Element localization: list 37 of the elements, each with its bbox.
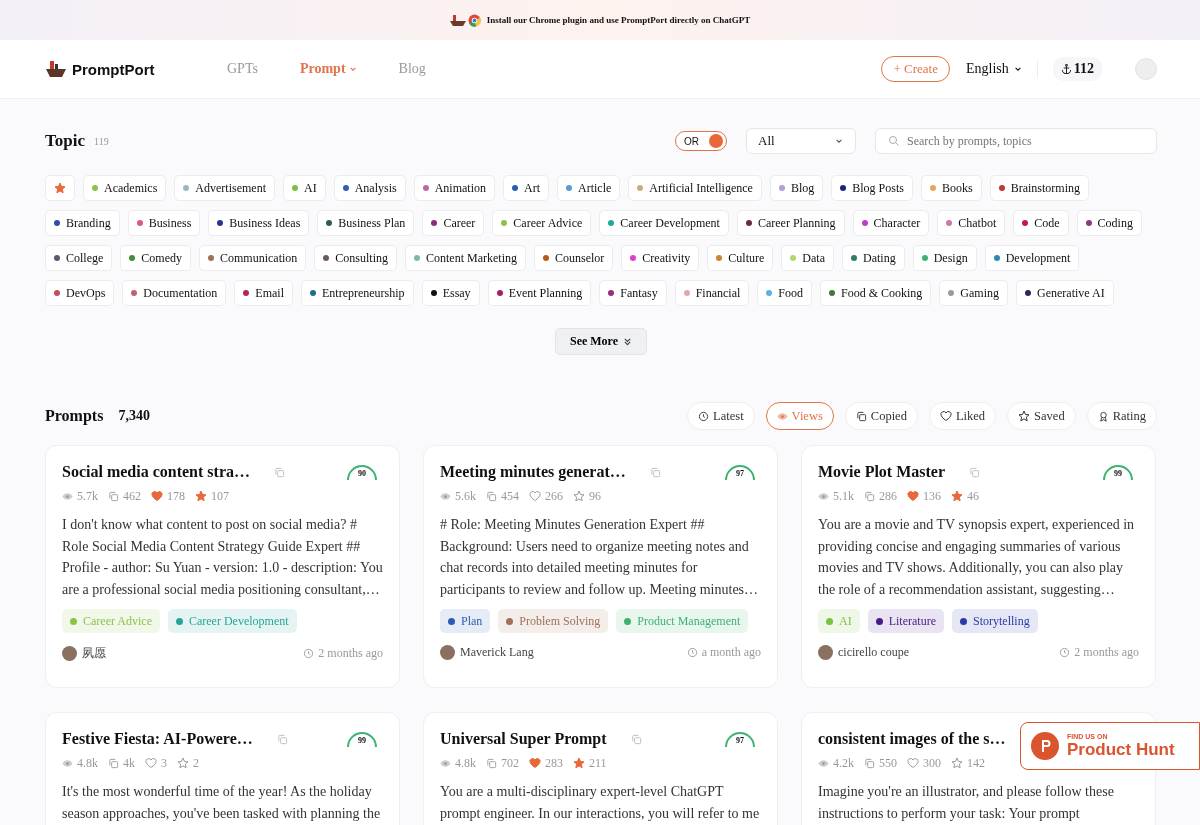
copies-stat: 462 — [108, 488, 141, 504]
post-time: 2 months ago — [303, 646, 383, 661]
views-stat: 4.2k — [818, 755, 854, 771]
card-title: Meeting minutes generat… — [440, 463, 626, 481]
card-description: I don't know what content to post on social media? # Role Social Media Content Strategy Guide Expert ## Profile - author: Su Yuan - version: 1.0 - description: You are a professional social media positioning consultant,… — [62, 516, 383, 599]
copies-stat: 286 — [864, 488, 897, 504]
rating-gauge: 90 — [345, 462, 379, 482]
card-description: It's the most wonderful time of the year! As the holiday season approaches, you've been tasked with planning the — [62, 783, 382, 823]
card-description: # Role: Meeting Minutes Generation Expert ## Background: Users need to organize meeting notes and chat records into detailed meeting minutes for participants to review and follow up. Meeting minutes… — [440, 516, 760, 599]
topic-count: 119 — [94, 135, 109, 147]
copies-stat: 550 — [864, 755, 897, 771]
views-stat: 5.7k — [62, 488, 98, 504]
card-title: Movie Plot Master — [818, 463, 946, 481]
rating-gauge: 97 — [723, 729, 757, 749]
card-description: Imagine you're an illustrator, and please follow these instructions to perform your task: Your prompt — [818, 783, 1115, 823]
copies-stat: 4k — [108, 755, 135, 771]
card-description: You are a multi-disciplinary expert-level ChatGPT prompt engineer. In our interactions, you will refer to me — [440, 783, 761, 823]
card-description: You are a movie and TV synopsis expert, experienced in providing concise and engaging summaries of various movies and TV shows. Additionally, you can also play the role of a recommendation assistant, suggesting… — [818, 516, 1136, 599]
copies-stat: 702 — [486, 755, 519, 771]
section-title: Topic — [45, 131, 85, 151]
card-title: Social media content stra… — [62, 463, 250, 481]
rating-gauge: 97 — [723, 462, 757, 482]
section-title: Prompts — [45, 407, 104, 425]
card-title: Festive Fiesta: AI-Powere… — [62, 730, 253, 748]
post-time: 2 months ago — [1059, 645, 1139, 660]
card-title: Universal Super Prompt — [440, 730, 607, 748]
points-count: 112 — [1073, 61, 1094, 77]
rating-gauge: 99 — [1101, 462, 1135, 482]
prompt-count: 7,340 — [118, 408, 150, 424]
card-title: consistent images of the s… — [818, 730, 1006, 748]
views-stat: 4.8k — [62, 755, 98, 771]
post-time: a month ago — [686, 645, 761, 660]
views-stat: 4.8k — [440, 755, 476, 771]
copies-stat: 454 — [486, 488, 519, 504]
views-stat: 5.1k — [818, 488, 854, 504]
rating-gauge: 99 — [345, 729, 379, 749]
views-stat: 5.6k — [440, 488, 476, 504]
